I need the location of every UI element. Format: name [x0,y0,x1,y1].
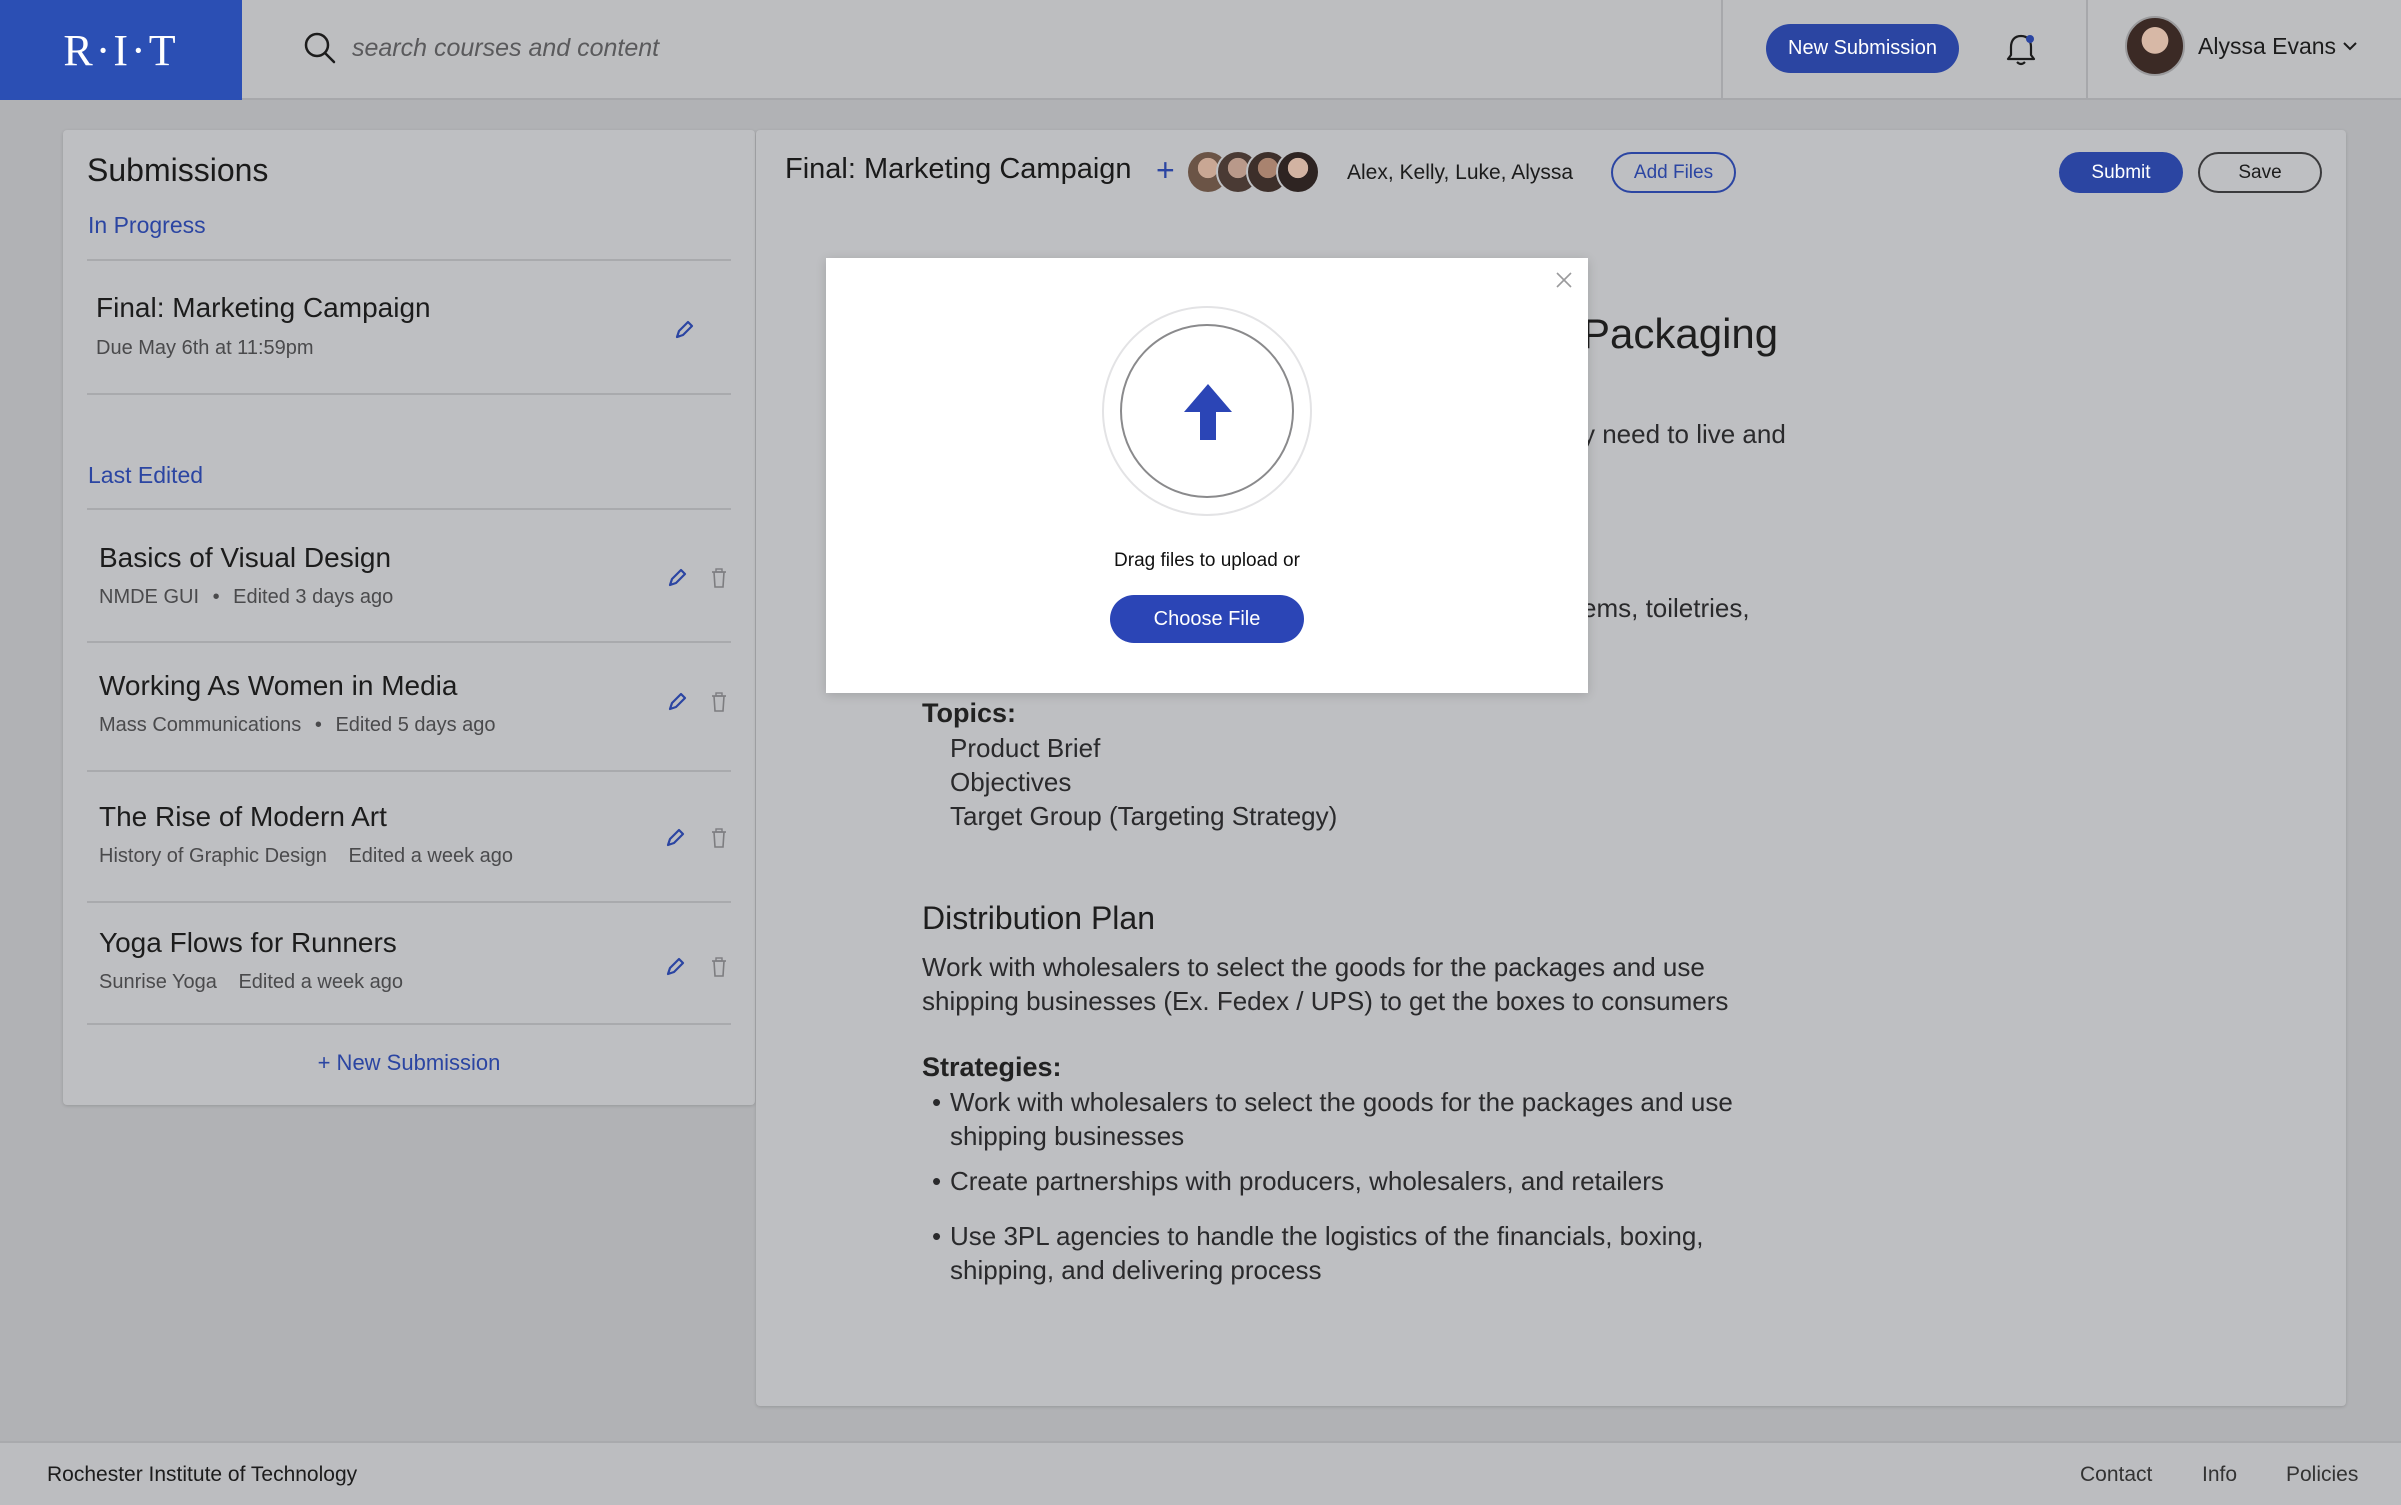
strategy-item: Work with wholesalers to select the good… [950,1087,1733,1117]
footer-link-policies[interactable]: Policies [2286,1463,2358,1487]
submissions-title: Submissions [87,152,269,188]
submission-meta: Sunrise Yoga Edited a week ago [99,971,403,994]
collaborator-names: Alex, Kelly, Luke, Alyssa [1347,161,1574,184]
edit-pencil-icon[interactable] [666,691,688,713]
chevron-down-icon[interactable] [2342,40,2358,52]
divider [87,393,731,395]
footer-link-info[interactable]: Info [2202,1463,2237,1487]
bullet-dot: • [932,1087,942,1117]
add-collaborator-icon[interactable]: + [1156,152,1175,189]
submission-meta: NMDE GUI • Edited 3 days ago [99,586,393,609]
submission-meta: History of Graphic Design Edited a week … [99,845,513,868]
divider [87,508,731,510]
page-title: Final: Marketing Campaign [785,153,1132,185]
submission-title[interactable]: Yoga Flows for Runners [99,927,397,959]
new-submission-button[interactable]: New Submission [1766,24,1959,73]
course-name: Sunrise Yoga [99,971,217,993]
search-icon[interactable] [303,31,337,65]
upload-modal: Drag files to upload or Choose File [826,258,1588,693]
strategies-label: Strategies: [922,1052,1062,1082]
strategy-item: shipping businesses [950,1121,1185,1151]
top-header: R·I·T New Submission Alyssa Evans [0,0,2401,100]
strategy-item: Create partnerships with producers, whol… [950,1166,1664,1196]
divider [87,901,731,903]
bullet-dot: • [932,1166,942,1196]
submission-title[interactable]: The Rise of Modern Art [99,801,387,833]
submissions-panel: Submissions In Progress Final: Marketing… [63,130,755,1105]
divider [87,641,731,643]
doc-heading: Packaging [1582,310,1779,357]
notification-bell-icon[interactable] [2004,32,2038,68]
submission-due: Due May 6th at 11:59pm [96,337,314,359]
divider [87,1023,731,1025]
submission-title[interactable]: Basics of Visual Design [99,542,391,574]
submission-title[interactable]: Final: Marketing Campaign [96,292,431,324]
choose-file-button[interactable]: Choose File [1110,595,1304,643]
doc-paragraph: y need to live and [1582,419,1786,449]
edit-pencil-icon[interactable] [673,319,695,341]
strategy-item: Use 3PL agencies to handle the logistics… [950,1221,1704,1251]
trash-icon[interactable] [710,568,728,589]
separator-dot: • [314,714,322,736]
trash-icon[interactable] [710,692,728,713]
edited-time: Edited 3 days ago [233,586,394,608]
submission-meta: Mass Communications • Edited 5 days ago [99,714,496,737]
close-icon[interactable] [1554,270,1574,290]
add-files-button[interactable]: Add Files [1611,152,1736,193]
submit-button[interactable]: Submit [2059,152,2183,193]
doc-paragraph: Work with wholesalers to select the good… [922,952,1705,982]
trash-icon[interactable] [710,957,728,978]
topic-item: Product Brief [950,733,1101,763]
header-divider [1721,0,1723,100]
drag-files-text: Drag files to upload or [1114,550,1300,571]
last-edited-label: Last Edited [88,462,204,488]
doc-paragraph: ems, toiletries, [1582,593,1750,623]
course-name: History of Graphic Design [99,845,327,867]
separator-dot: • [212,586,220,608]
header-divider [2086,0,2088,100]
sidebar-new-submission-link[interactable]: + New Submission [63,1050,755,1076]
user-name[interactable]: Alyssa Evans [2198,33,2336,60]
bullet-dot: • [932,1221,942,1251]
upload-dropzone[interactable] [1102,306,1312,516]
topics-label: Topics: [922,698,1016,728]
divider [87,259,731,261]
upload-arrow-icon [1184,384,1232,440]
trash-icon[interactable] [710,828,728,849]
strategy-item: shipping, and delivering process [950,1255,1322,1285]
user-avatar[interactable] [2125,16,2185,76]
divider [87,770,731,772]
search-input[interactable] [352,28,1152,68]
avatar[interactable] [1276,150,1320,194]
edited-time: Edited a week ago [238,971,404,993]
upload-circle [1120,324,1294,498]
edit-pencil-icon[interactable] [664,827,686,849]
distribution-heading: Distribution Plan [922,900,1155,936]
footer: Rochester Institute of Technology Contac… [0,1441,2401,1505]
submission-title[interactable]: Working As Women in Media [99,670,457,702]
rit-logo[interactable]: R·I·T [0,0,242,100]
topic-item: Objectives [950,767,1072,797]
collaborator-avatars[interactable] [1186,150,1326,196]
course-name: Mass Communications [99,714,302,736]
edit-pencil-icon[interactable] [666,567,688,589]
in-progress-label: In Progress [88,212,206,238]
doc-paragraph: shipping businesses (Ex. Fedex / UPS) to… [922,986,1729,1016]
edited-time: Edited 5 days ago [335,714,496,736]
footer-link-contact[interactable]: Contact [2080,1463,2152,1487]
topic-item: Target Group (Targeting Strategy) [950,801,1338,831]
edited-time: Edited a week ago [348,845,513,867]
course-name: NMDE GUI [99,586,199,608]
edit-pencil-icon[interactable] [664,956,686,978]
footer-org-name: Rochester Institute of Technology [47,1463,358,1486]
save-button[interactable]: Save [2198,152,2322,193]
